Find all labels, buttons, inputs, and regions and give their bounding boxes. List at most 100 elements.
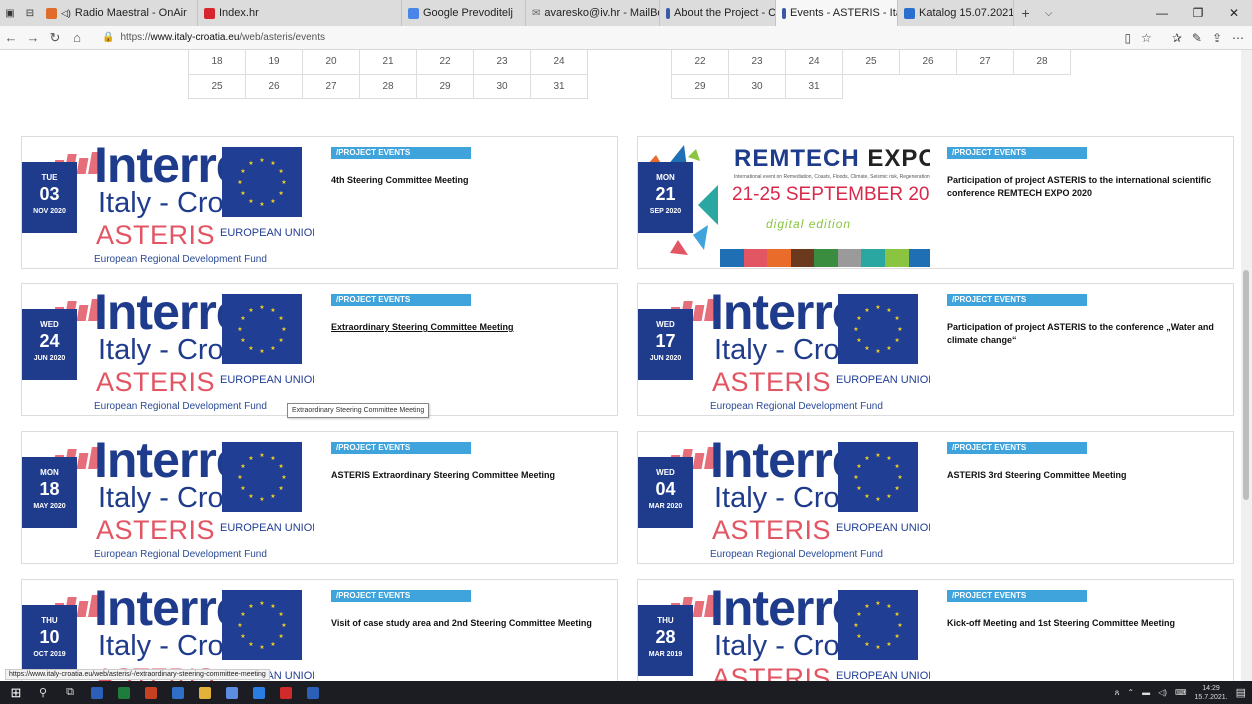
event-category-badge[interactable]: /PROJECT EVENTS	[947, 590, 1087, 602]
event-card[interactable]: Interreg Italy - Croatia ASTERIS Europea…	[21, 579, 618, 681]
calendar-day[interactable]: 21	[359, 50, 417, 75]
calendar-day[interactable]: 28	[1013, 50, 1071, 75]
outlook-icon[interactable]	[167, 681, 189, 704]
calendar-day[interactable]: 26	[899, 50, 957, 75]
calendar-day[interactable]: 22	[671, 50, 729, 75]
event-card[interactable]: Interreg Italy - Croatia ASTERIS Europea…	[637, 431, 1234, 564]
back-arrow-icon[interactable]: ←	[0, 30, 22, 45]
event-card[interactable]: Interreg Italy - Croatia ASTERIS Europea…	[21, 283, 618, 416]
minimize-icon[interactable]: —	[1144, 0, 1180, 26]
event-title-link[interactable]: ASTERIS Extraordinary Steering Committee…	[331, 469, 611, 482]
event-image[interactable]: REMTECH EXPO International event on Reme…	[638, 137, 930, 268]
event-category-badge[interactable]: /PROJECT EVENTS	[947, 294, 1087, 306]
event-category-badge[interactable]: /PROJECT EVENTS	[331, 442, 471, 454]
event-card[interactable]: Interreg Italy - Croatia ASTERIS Europea…	[637, 283, 1234, 416]
event-category-badge[interactable]: /PROJECT EVENTS	[331, 147, 471, 159]
event-card[interactable]: REMTECH EXPO International event on Reme…	[637, 136, 1234, 269]
event-title-link[interactable]: 4th Steering Committee Meeting	[331, 174, 611, 187]
tab-list-chevron-icon[interactable]: ⌵	[1045, 8, 1053, 19]
tab-about-project[interactable]: About the Project - CHARGI	[660, 0, 776, 26]
reading-view-icon[interactable]: ▯	[1124, 31, 1131, 45]
calendar-day[interactable]: 29	[671, 73, 729, 99]
acrobat-icon[interactable]	[275, 681, 297, 704]
address-field[interactable]: 🔒 https://www.italy-croatia.eu/web/aster…	[102, 32, 1032, 43]
event-category-badge[interactable]: /PROJECT EVENTS	[947, 442, 1087, 454]
calendar-day[interactable]: 19	[245, 50, 303, 75]
calendar-day[interactable]: 29	[416, 73, 474, 99]
event-title-link[interactable]: Kick-off Meeting and 1st Steering Commit…	[947, 617, 1227, 630]
event-card[interactable]: Interreg Italy - Croatia ASTERIS Europea…	[21, 136, 618, 269]
tray-chevron-icon[interactable]: ⌃	[1127, 688, 1134, 697]
event-title-link[interactable]: Extraordinary Steering Committee Meeting	[331, 321, 611, 334]
favorite-star-icon[interactable]: ☆	[1141, 31, 1152, 45]
calendar-day[interactable]: 30	[473, 73, 531, 99]
event-image[interactable]: Interreg Italy - Croatia ASTERIS Europea…	[638, 284, 930, 415]
calendar-day[interactable]: 26	[245, 73, 303, 99]
notifications-icon[interactable]: ▤	[1236, 686, 1246, 699]
pen-icon[interactable]: ✎	[1192, 31, 1202, 45]
calendar-day[interactable]: 30	[728, 73, 786, 99]
tab-mailbox[interactable]: ✉ avaresko@iv.hr - MailBox - I	[526, 0, 660, 26]
calendar-day[interactable]: 25	[188, 73, 246, 99]
event-image[interactable]: Interreg Italy - Croatia ASTERIS Europea…	[638, 432, 930, 563]
calendar-day[interactable]: 28	[359, 73, 417, 99]
event-title-link[interactable]: Visit of case study area and 2nd Steerin…	[331, 617, 611, 630]
people-icon[interactable]: ጸ	[1115, 688, 1120, 698]
forward-arrow-icon[interactable]: →	[22, 30, 44, 45]
tab-events-asteris[interactable]: Events - ASTERIS - Italia ✕	[776, 0, 898, 26]
event-image[interactable]: Interreg Italy - Croatia ASTERIS Europea…	[22, 432, 314, 563]
network-icon[interactable]: ▬	[1142, 688, 1150, 697]
share-icon[interactable]: ⇪	[1212, 31, 1222, 45]
calendar-day[interactable]: 24	[785, 50, 843, 75]
calendar-day[interactable]: 20	[302, 50, 360, 75]
word-icon[interactable]	[86, 681, 108, 704]
edge-icon[interactable]	[248, 681, 270, 704]
scrollbar-thumb[interactable]	[1243, 270, 1249, 500]
calendar-day[interactable]: 27	[956, 50, 1014, 75]
task-view-icon[interactable]: ⧉	[59, 681, 81, 704]
window-icon[interactable]: ▣	[0, 0, 20, 26]
restore-icon[interactable]: ❐	[1180, 0, 1216, 26]
close-window-icon[interactable]: ✕	[1216, 0, 1252, 26]
event-title-link[interactable]: ASTERIS 3rd Steering Committee Meeting	[947, 469, 1227, 482]
tab-katalog[interactable]: Katalog 15.07.2021. - 21.07.	[898, 0, 1014, 26]
favorites-list-icon[interactable]: ✰	[1172, 31, 1182, 45]
event-title-link[interactable]: Participation of project ASTERIS to the …	[947, 321, 1227, 347]
calendar-day[interactable]: 23	[473, 50, 531, 75]
home-icon[interactable]: ⌂	[66, 30, 88, 45]
tab-radio-maestral[interactable]: ◁) Radio Maestral - OnAir	[40, 0, 198, 26]
event-card[interactable]: Interreg Italy - Croatia ASTERIS Europea…	[637, 579, 1234, 681]
event-category-badge[interactable]: /PROJECT EVENTS	[331, 294, 471, 306]
event-category-badge[interactable]: /PROJECT EVENTS	[331, 590, 471, 602]
tab-actions-icon[interactable]: ⊟	[20, 0, 40, 26]
page-scrollbar[interactable]	[1241, 50, 1252, 681]
calendar-day[interactable]: 22	[416, 50, 474, 75]
calendar-day[interactable]: 31	[785, 73, 843, 99]
calendar-day[interactable]: 31	[530, 73, 588, 99]
clock[interactable]: 14:29 15.7.2021.	[1195, 684, 1228, 702]
keyboard-icon[interactable]: ⌨	[1175, 688, 1187, 697]
start-windows-icon[interactable]: ⊞	[5, 681, 27, 704]
calendar-day[interactable]: 27	[302, 73, 360, 99]
volume-icon[interactable]: ◁)	[1158, 688, 1167, 697]
calendar-day[interactable]: 25	[842, 50, 900, 75]
file-explorer-icon[interactable]	[194, 681, 216, 704]
event-image[interactable]: Interreg Italy - Croatia ASTERIS Europea…	[22, 137, 314, 268]
tab-index-hr[interactable]: Index.hr	[198, 0, 402, 26]
more-icon[interactable]: ⋯	[1232, 31, 1244, 45]
excel-icon[interactable]	[113, 681, 135, 704]
event-image[interactable]: Interreg Italy - Croatia ASTERIS Europea…	[638, 580, 930, 681]
event-title-link[interactable]: Participation of project ASTERIS to the …	[947, 174, 1227, 200]
event-image[interactable]: Interreg Italy - Croatia ASTERIS Europea…	[22, 284, 314, 415]
calendar-day[interactable]: 23	[728, 50, 786, 75]
edge-chromium-icon[interactable]	[221, 681, 243, 704]
event-card[interactable]: Interreg Italy - Croatia ASTERIS Europea…	[21, 431, 618, 564]
search-icon[interactable]: ⚲	[32, 681, 54, 704]
refresh-icon[interactable]: ↻	[44, 30, 66, 46]
tab-google-translate[interactable]: Google Prevoditelj	[402, 0, 526, 26]
powerpoint-icon[interactable]	[140, 681, 162, 704]
new-tab-plus-icon[interactable]: +	[1022, 5, 1030, 21]
event-category-badge[interactable]: /PROJECT EVENTS	[947, 147, 1087, 159]
calendar-day[interactable]: 18	[188, 50, 246, 75]
word-doc-icon[interactable]	[302, 681, 324, 704]
